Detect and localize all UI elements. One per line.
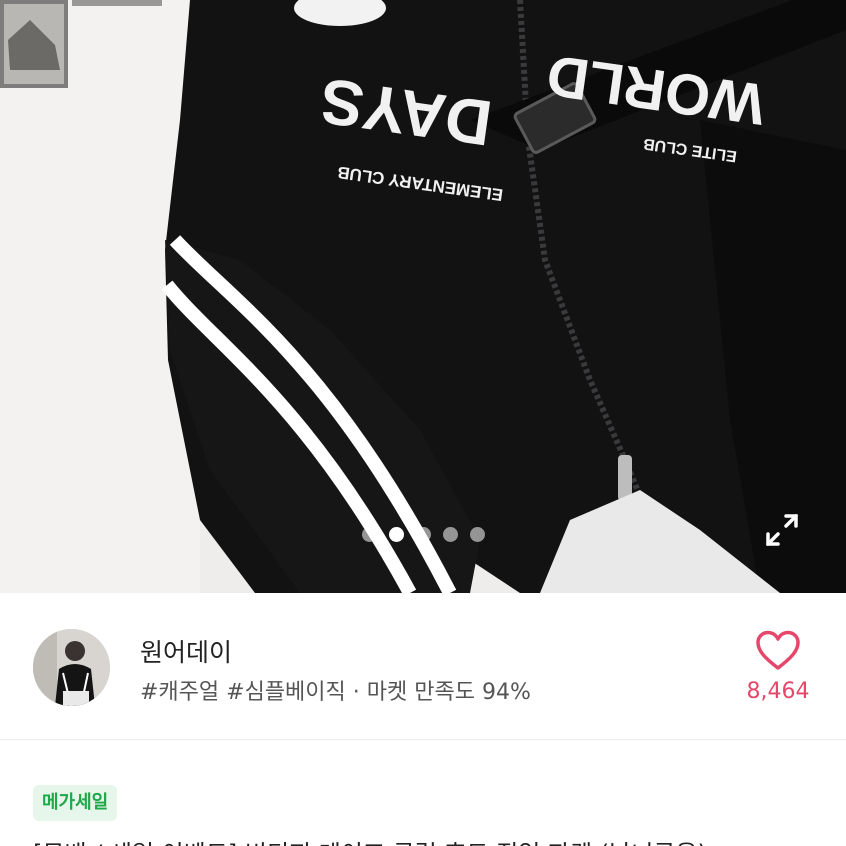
pagination-dot[interactable]	[442, 527, 458, 542]
sale-badge: 메가세일	[33, 785, 118, 821]
like-button[interactable]: 8,464	[738, 627, 818, 717]
pagination-dot[interactable]	[361, 527, 377, 542]
like-count: 8,464	[746, 679, 810, 704]
shop-tags-satisfaction: #캐주얼 #심플베이직 · 마켓 만족도 94%	[140, 680, 531, 705]
product-photo: DAYS ELEMENTARY CLUB WORLD ELITE CLUB	[0, 0, 846, 593]
expand-icon	[766, 514, 798, 546]
pagination-dot[interactable]	[469, 527, 485, 542]
pagination-dot-active[interactable]	[388, 527, 404, 542]
avatar[interactable]	[33, 629, 110, 706]
product-title: [무배 / 세일 이벤트] 빈티지 데이즈 클럽 후드 집업 자켓 (남녀공용)	[33, 834, 707, 846]
pagination-dot[interactable]	[415, 527, 431, 542]
seller-row[interactable]: 원어데이 #캐주얼 #심플베이직 · 마켓 만족도 94% 8,464	[0, 593, 846, 740]
gallery-pagination	[0, 527, 846, 542]
shop-name[interactable]: 원어데이	[140, 633, 232, 669]
heart-outline-icon	[756, 630, 800, 670]
product-image-gallery[interactable]: DAYS ELEMENTARY CLUB WORLD ELITE CLUB	[0, 0, 846, 593]
fullscreen-button[interactable]	[760, 508, 804, 552]
